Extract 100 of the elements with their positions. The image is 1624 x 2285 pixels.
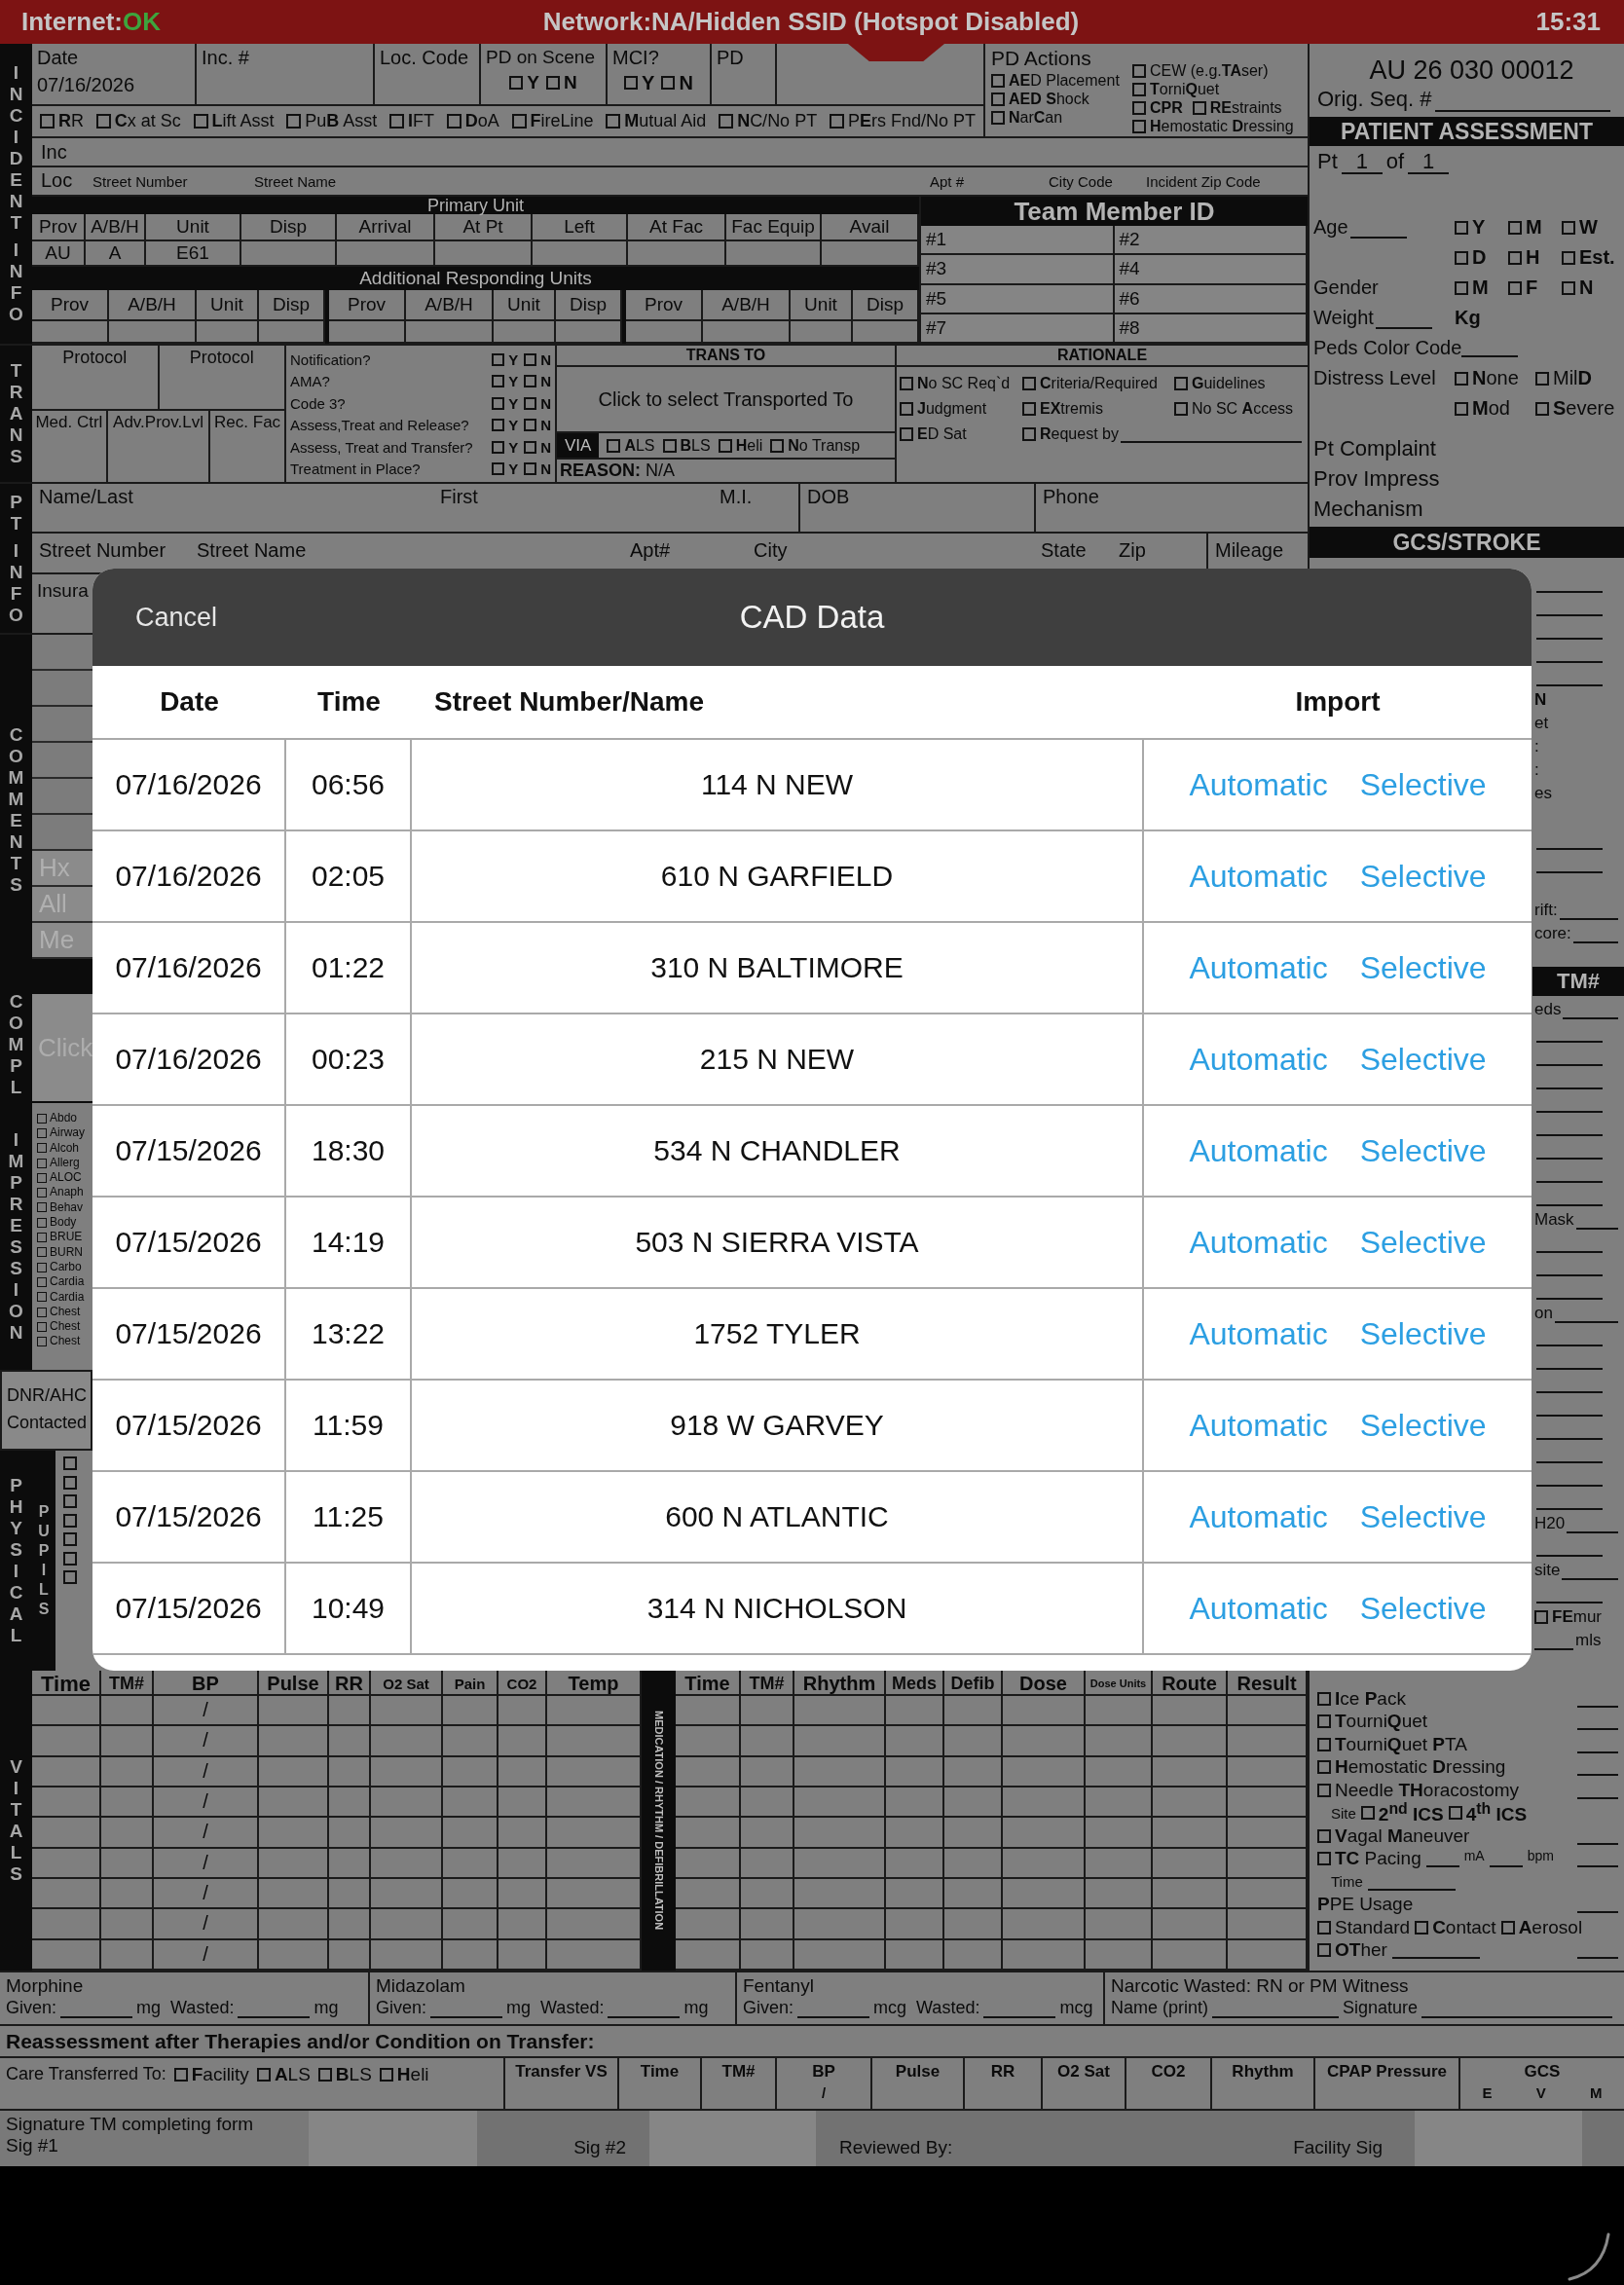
import-link[interactable]: Automatic [1189, 1407, 1328, 1444]
checkbox[interactable] [524, 396, 537, 410]
checkbox[interactable] [545, 76, 560, 90]
checkbox[interactable] [1132, 100, 1146, 115]
checkbox[interactable] [524, 462, 537, 476]
comment-field[interactable] [32, 779, 92, 815]
checkbox[interactable] [492, 396, 505, 410]
checkbox[interactable] [719, 114, 734, 129]
checkbox[interactable] [900, 402, 913, 416]
checkbox[interactable] [1455, 371, 1468, 386]
checkbox[interactable] [256, 2068, 271, 2082]
checkbox[interactable] [37, 1127, 47, 1138]
import-link[interactable]: Selective [1359, 1407, 1487, 1444]
checkbox[interactable] [1455, 250, 1468, 265]
checkbox[interactable] [1022, 427, 1036, 441]
signature-field[interactable] [309, 2111, 477, 2166]
comment-field[interactable] [32, 815, 92, 851]
import-link[interactable]: Automatic [1189, 766, 1328, 803]
checkbox[interactable] [1317, 1828, 1331, 1843]
checkbox[interactable] [37, 1233, 47, 1242]
import-link[interactable]: Selective [1359, 858, 1487, 895]
checkbox[interactable] [1455, 401, 1468, 416]
checkbox[interactable] [991, 92, 1005, 106]
import-link[interactable]: Automatic [1189, 1132, 1328, 1169]
checkbox[interactable] [991, 110, 1005, 125]
checkbox[interactable] [1535, 401, 1549, 416]
patient-number-field[interactable]: 1 [1341, 151, 1383, 174]
checkbox[interactable] [662, 438, 677, 453]
checkbox[interactable] [37, 1321, 47, 1332]
checkbox[interactable] [1534, 1610, 1548, 1624]
patient-total-field[interactable]: 1 [1408, 151, 1450, 174]
import-link[interactable]: Automatic [1189, 1315, 1328, 1352]
checkbox[interactable] [37, 1188, 47, 1198]
checkbox[interactable] [492, 419, 505, 432]
checkbox[interactable] [63, 1532, 77, 1546]
checkbox[interactable] [1132, 63, 1146, 78]
checkbox[interactable] [1317, 1920, 1331, 1935]
import-link[interactable]: Automatic [1189, 1498, 1328, 1535]
checkbox[interactable] [607, 438, 621, 453]
checkbox[interactable] [1174, 402, 1188, 416]
checkbox[interactable] [63, 1513, 77, 1528]
checkbox[interactable] [173, 2068, 188, 2082]
signature-field[interactable] [649, 2111, 816, 2166]
checkbox[interactable] [1455, 220, 1468, 235]
checkbox[interactable] [286, 114, 302, 129]
import-link[interactable]: Automatic [1189, 1041, 1328, 1078]
import-link[interactable]: Automatic [1189, 949, 1328, 986]
import-link[interactable]: Selective [1359, 949, 1487, 986]
checkbox[interactable] [1317, 1852, 1331, 1866]
checkbox[interactable] [37, 1217, 47, 1228]
checkbox[interactable] [37, 1337, 47, 1347]
checkbox[interactable] [492, 440, 505, 454]
checkbox[interactable] [1317, 1737, 1331, 1751]
checkbox[interactable] [1535, 371, 1549, 386]
checkbox[interactable] [37, 1292, 47, 1303]
checkbox[interactable] [37, 1262, 47, 1272]
checkbox[interactable] [40, 114, 55, 129]
import-link[interactable]: Automatic [1189, 858, 1328, 895]
checkbox[interactable] [1508, 250, 1522, 265]
checkbox[interactable] [492, 462, 505, 476]
checkbox[interactable] [770, 438, 785, 453]
import-link[interactable]: Selective [1359, 1132, 1487, 1169]
checkbox[interactable] [524, 375, 537, 388]
checkbox[interactable] [1317, 1691, 1331, 1706]
checkbox[interactable] [37, 1276, 47, 1287]
checkbox[interactable] [1022, 402, 1036, 416]
checkbox[interactable] [1415, 1920, 1429, 1935]
checkbox[interactable] [63, 1570, 77, 1584]
checkbox[interactable] [37, 1113, 47, 1124]
checkbox[interactable] [524, 419, 537, 432]
checkbox[interactable] [900, 377, 913, 390]
checkbox[interactable] [379, 2068, 393, 2082]
checkbox[interactable] [1448, 1806, 1462, 1821]
import-link[interactable]: Selective [1359, 1590, 1487, 1627]
checkbox[interactable] [63, 1494, 77, 1508]
checkbox[interactable] [1500, 1920, 1515, 1935]
comment-field[interactable] [32, 743, 92, 779]
checkbox[interactable] [1317, 1783, 1331, 1797]
checkbox[interactable] [492, 375, 505, 388]
checkbox[interactable] [829, 114, 844, 129]
checkbox[interactable] [492, 352, 505, 366]
checkbox[interactable] [1562, 250, 1575, 265]
comment-field[interactable] [32, 635, 92, 671]
checkbox[interactable] [991, 73, 1005, 88]
import-link[interactable]: Selective [1359, 1498, 1487, 1535]
import-link[interactable]: Selective [1359, 766, 1487, 803]
checkbox[interactable] [37, 1143, 47, 1154]
checkbox[interactable] [1508, 280, 1522, 295]
checkbox[interactable] [900, 427, 913, 441]
checkbox[interactable] [718, 438, 732, 453]
checkbox[interactable] [606, 114, 621, 129]
checkbox[interactable] [1132, 119, 1146, 133]
checkbox[interactable] [389, 114, 405, 129]
checkbox[interactable] [1174, 377, 1188, 390]
comment-field[interactable] [32, 707, 92, 743]
checkbox[interactable] [446, 114, 461, 129]
cancel-button[interactable]: Cancel [122, 594, 232, 641]
checkbox[interactable] [1562, 280, 1575, 295]
checkbox[interactable] [1317, 1714, 1331, 1729]
comment-field[interactable] [32, 671, 92, 707]
